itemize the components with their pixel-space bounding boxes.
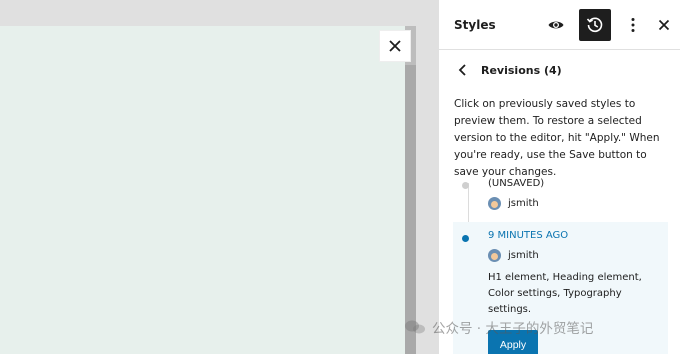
sidebar-title: Styles xyxy=(454,17,496,32)
revision-changes: H1 element, Heading element, Color setti… xyxy=(488,272,642,315)
revision-dot xyxy=(462,235,469,242)
revision-dot xyxy=(462,182,469,189)
preview-button[interactable] xyxy=(541,10,571,40)
revision-author: jsmith xyxy=(488,249,668,262)
revisions-header: Revisions (4) xyxy=(439,50,680,90)
close-icon xyxy=(389,40,401,52)
revisions-description: Click on previously saved styles to prev… xyxy=(454,98,660,178)
revision-date: 9 MINUTES AGO xyxy=(488,230,569,241)
chevron-left-icon xyxy=(458,64,466,76)
revisions-icon xyxy=(586,17,603,33)
revision-date: (UNSAVED) xyxy=(488,178,545,189)
sidebar-header: Styles xyxy=(439,0,680,50)
avatar xyxy=(488,249,501,262)
revisions-button[interactable] xyxy=(579,9,611,41)
more-vertical-icon xyxy=(631,18,635,32)
editor-canvas-area xyxy=(0,0,438,354)
options-button[interactable] xyxy=(618,10,648,40)
revisions-title: Revisions (4) xyxy=(481,63,562,77)
avatar xyxy=(488,197,501,210)
revision-author: jsmith xyxy=(488,197,668,210)
revision-item[interactable]: (UNSAVED) jsmith xyxy=(453,170,668,218)
close-sidebar-button[interactable] xyxy=(649,10,679,40)
eye-icon xyxy=(548,21,564,29)
editor-canvas[interactable] xyxy=(0,26,405,354)
close-canvas-button[interactable] xyxy=(379,30,411,62)
canvas-scrollbar-thumb[interactable] xyxy=(405,65,416,354)
close-icon xyxy=(658,19,670,31)
revision-author-name: jsmith xyxy=(508,250,539,261)
apply-button[interactable]: Apply xyxy=(488,330,538,354)
revision-item-selected[interactable]: 9 MINUTES AGO jsmith H1 element, Heading… xyxy=(453,222,668,354)
back-button[interactable] xyxy=(455,62,471,78)
revision-author-name: jsmith xyxy=(508,198,539,209)
revisions-list: (UNSAVED) jsmith 9 MINUTES AGO jsmith H1… xyxy=(453,170,668,354)
